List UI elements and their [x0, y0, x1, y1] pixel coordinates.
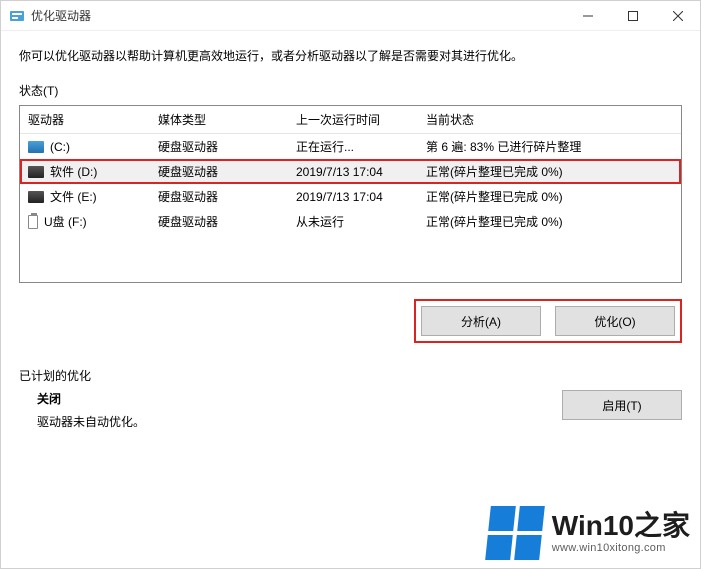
lastrun-cell: 正在运行...	[288, 134, 418, 160]
table-row[interactable]: (C:) 硬盘驱动器正在运行...第 6 遍: 83% 已进行碎片整理	[20, 134, 681, 160]
window-frame: 优化驱动器 你可以优化驱动器以帮助计算机更高效地运行，或者分析驱动器以了解是否需…	[0, 0, 701, 569]
content-area: 你可以优化驱动器以帮助计算机更高效地运行，或者分析驱动器以了解是否需要对其进行优…	[1, 31, 700, 568]
media-cell: 硬盘驱动器	[150, 159, 288, 184]
close-button[interactable]	[655, 1, 700, 31]
hdd-drive-icon	[28, 191, 44, 203]
col-lastrun[interactable]: 上一次运行时间	[288, 106, 418, 134]
table-header-row: 驱动器 媒体类型 上一次运行时间 当前状态	[20, 106, 681, 134]
app-icon	[9, 8, 25, 24]
lastrun-cell: 2019/7/13 17:04	[288, 184, 418, 209]
drive-label: (C:)	[50, 140, 70, 154]
state-cell: 第 6 遍: 83% 已进行碎片整理	[418, 134, 681, 160]
enable-schedule-button[interactable]: 启用(T)	[562, 390, 682, 420]
window-title: 优化驱动器	[31, 7, 91, 24]
schedule-section: 已计划的优化 关闭 驱动器未自动优化。 启用(T)	[19, 367, 682, 430]
schedule-heading: 已计划的优化	[19, 367, 682, 384]
table-row[interactable]: U盘 (F:) 硬盘驱动器从未运行正常(碎片整理已完成 0%)	[20, 209, 681, 234]
schedule-status-title: 关闭	[37, 390, 562, 407]
lastrun-cell: 从未运行	[288, 209, 418, 234]
win10-logo-icon	[485, 506, 545, 560]
media-cell: 硬盘驱动器	[150, 209, 288, 234]
watermark-title: Win10之家	[552, 512, 690, 540]
action-highlight-box: 分析(A) 优化(O)	[414, 299, 682, 343]
hdd-drive-icon	[28, 166, 44, 178]
ssd-drive-icon	[28, 141, 44, 153]
drives-table-frame: 驱动器 媒体类型 上一次运行时间 当前状态 (C:)硬盘驱动器正在运行...第 …	[19, 105, 682, 283]
table-row[interactable]: 文件 (E:) 硬盘驱动器2019/7/13 17:04正常(碎片整理已完成 0%…	[20, 184, 681, 209]
action-row: 分析(A) 优化(O)	[19, 299, 682, 343]
watermark-url: www.win10xitong.com	[552, 543, 690, 554]
analyze-button[interactable]: 分析(A)	[421, 306, 541, 336]
lastrun-cell: 2019/7/13 17:04	[288, 159, 418, 184]
state-cell: 正常(碎片整理已完成 0%)	[418, 209, 681, 234]
media-cell: 硬盘驱动器	[150, 184, 288, 209]
state-cell: 正常(碎片整理已完成 0%)	[418, 184, 681, 209]
media-cell: 硬盘驱动器	[150, 134, 288, 160]
description-text: 你可以优化驱动器以帮助计算机更高效地运行，或者分析驱动器以了解是否需要对其进行优…	[19, 47, 682, 64]
schedule-status-desc: 驱动器未自动优化。	[37, 413, 562, 430]
titlebar: 优化驱动器	[1, 1, 700, 31]
window-controls	[565, 1, 700, 31]
drive-label: 文件 (E:)	[50, 188, 97, 205]
drive-label: U盘 (F:)	[44, 213, 87, 230]
col-state[interactable]: 当前状态	[418, 106, 681, 134]
state-cell: 正常(碎片整理已完成 0%)	[418, 159, 681, 184]
watermark: Win10之家 www.win10xitong.com	[488, 506, 690, 560]
maximize-button[interactable]	[610, 1, 655, 31]
drives-table: 驱动器 媒体类型 上一次运行时间 当前状态 (C:)硬盘驱动器正在运行...第 …	[20, 106, 681, 234]
optimize-button[interactable]: 优化(O)	[555, 306, 675, 336]
usb-drive-icon	[28, 215, 38, 229]
table-row[interactable]: 软件 (D:) 硬盘驱动器2019/7/13 17:04正常(碎片整理已完成 0%…	[20, 159, 681, 184]
drive-label: 软件 (D:)	[50, 163, 97, 180]
col-drive[interactable]: 驱动器	[20, 106, 150, 134]
minimize-button[interactable]	[565, 1, 610, 31]
col-media[interactable]: 媒体类型	[150, 106, 288, 134]
status-section-label: 状态(T)	[19, 82, 682, 99]
